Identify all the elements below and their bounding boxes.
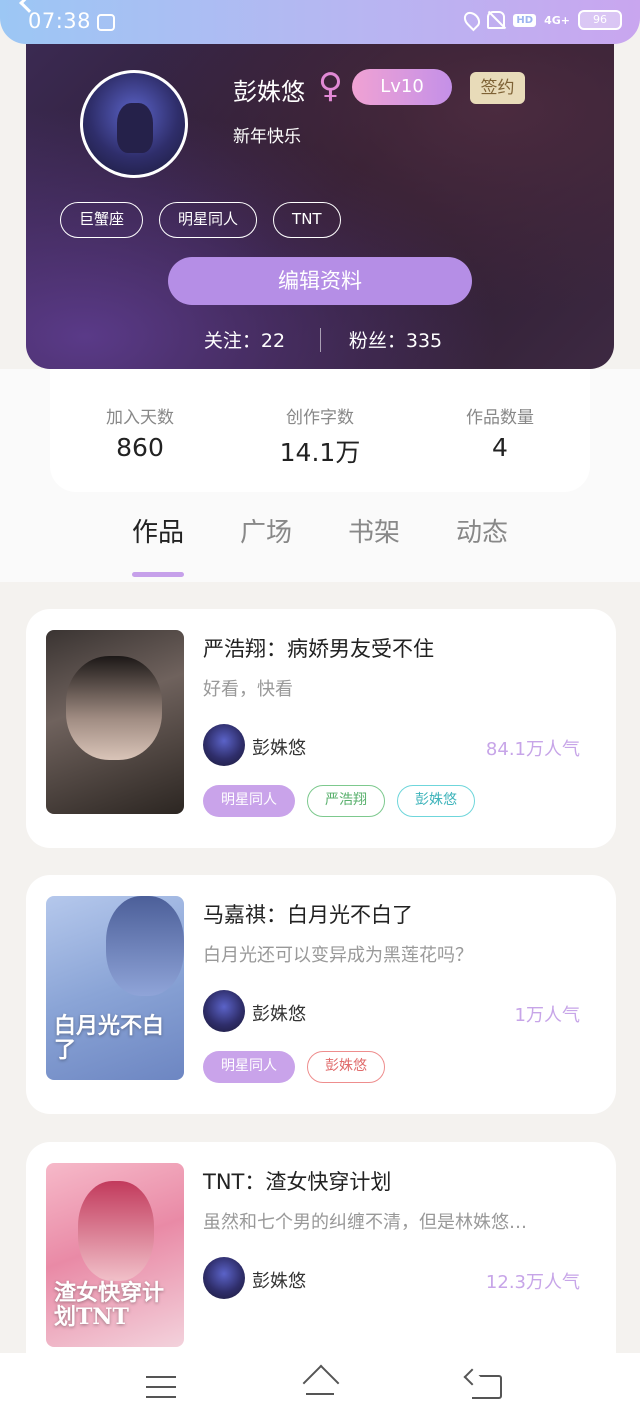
profile-tags: 巨蟹座 明星同人 TNT — [60, 202, 341, 238]
status-bar: 07:38 HD 4G+ 96 — [0, 0, 640, 44]
followers-count[interactable]: 粉丝：335 — [331, 326, 461, 353]
stat-value: 860 — [116, 433, 164, 462]
author-avatar[interactable] — [203, 990, 245, 1032]
tab-bar: 作品 广场 书架 动态 — [0, 369, 640, 582]
work-tags: 明星同人 彭姝悠 — [203, 1051, 385, 1083]
following-count[interactable]: 关注：22 — [180, 326, 310, 353]
work-tag[interactable]: 明星同人 — [203, 785, 295, 817]
stat-value: 4 — [492, 433, 508, 462]
work-title: TNT：渣女快穿计划 — [203, 1170, 392, 1194]
user-name: 彭姝悠 — [233, 78, 305, 106]
profile-card: 彭姝悠 ♀ Lv10 签约 新年快乐 巨蟹座 明星同人 TNT 编辑资料 关注：… — [26, 44, 614, 369]
profile-tag[interactable]: 明星同人 — [159, 202, 258, 238]
tab-bookshelf[interactable]: 书架 — [320, 512, 428, 549]
signal-icon: 4G+ — [544, 13, 570, 27]
system-nav-bar — [0, 1353, 640, 1427]
tab-works[interactable]: 作品 — [104, 512, 212, 577]
stat-label: 作品数量 — [466, 408, 534, 428]
tab-activity[interactable]: 动态 — [428, 512, 536, 549]
level-badge[interactable]: Lv10 — [352, 69, 452, 105]
cover-title-art: 白月光不白了 — [54, 1013, 165, 1063]
status-icons: HD 4G+ 96 — [461, 8, 622, 32]
signed-badge: 签约 — [470, 72, 525, 104]
edit-profile-button[interactable]: 编辑资料 — [168, 257, 472, 305]
work-tag[interactable]: 彭姝悠 — [307, 1051, 385, 1083]
follow-stats: 关注：22 粉丝：335 — [26, 326, 614, 353]
popularity-count: 84.1万人气 — [485, 739, 580, 760]
location-icon — [461, 8, 484, 32]
user-avatar[interactable] — [80, 70, 188, 178]
work-card[interactable]: 白月光不白了 马嘉祺：白月光不白了 白月光还可以变异成为黑莲花吗？ 彭姝悠 1万… — [26, 875, 616, 1114]
menu-icon[interactable] — [146, 1376, 176, 1398]
profile-tag[interactable]: 巨蟹座 — [60, 202, 144, 238]
stats-card: 加入天数 860 创作字数 14.1万 作品数量 4 — [50, 369, 590, 492]
mute-icon — [487, 11, 506, 29]
stat-words: 创作字数 14.1万 — [230, 369, 410, 492]
stat-label: 创作字数 — [286, 408, 354, 428]
popularity-count: 1万人气 — [514, 1005, 580, 1026]
work-card[interactable]: 渣女快穿计划TNT TNT：渣女快穿计划 虽然和七个男的纠缠不清，但是林姝悠… … — [26, 1142, 616, 1381]
status-time: 07:38 — [28, 9, 92, 33]
work-tag[interactable]: 彭姝悠 — [397, 785, 475, 817]
back-icon[interactable] — [472, 1375, 502, 1399]
tab-plaza[interactable]: 广场 — [212, 512, 320, 549]
author-name[interactable]: 彭姝悠 — [252, 734, 306, 760]
stat-label: 加入天数 — [106, 408, 174, 428]
user-motto: 新年快乐 — [233, 127, 301, 147]
work-tags: 明星同人 严浩翔 彭姝悠 — [203, 785, 475, 817]
author-name[interactable]: 彭姝悠 — [252, 1267, 306, 1293]
work-description: 虽然和七个男的纠缠不清，但是林姝悠… — [203, 1212, 527, 1233]
profile-tag[interactable]: TNT — [273, 202, 341, 238]
stat-days: 加入天数 860 — [50, 369, 230, 492]
work-description: 白月光还可以变异成为黑莲花吗？ — [203, 945, 473, 966]
home-icon[interactable] — [300, 1367, 340, 1403]
work-title: 马嘉祺：白月光不白了 — [203, 903, 413, 927]
hd-icon: HD — [513, 13, 537, 27]
stat-works: 作品数量 4 — [410, 369, 590, 492]
author-name[interactable]: 彭姝悠 — [252, 1000, 306, 1026]
stat-value: 14.1万 — [279, 438, 361, 467]
work-description: 好看，快看 — [203, 679, 293, 700]
work-card[interactable]: 严浩翔：病娇男友受不住 好看，快看 彭姝悠 84.1万人气 明星同人 严浩翔 彭… — [26, 609, 616, 848]
female-gender-icon: ♀ — [318, 66, 343, 106]
cover-title-art: 渣女快穿计划TNT — [54, 1280, 165, 1330]
author-avatar[interactable] — [203, 1257, 245, 1299]
popularity-count: 12.3万人气 — [485, 1272, 580, 1293]
app-notification-icon — [97, 14, 115, 31]
work-cover-image[interactable]: 渣女快穿计划TNT — [46, 1163, 184, 1347]
work-tag[interactable]: 严浩翔 — [307, 785, 385, 817]
divider — [319, 327, 321, 352]
author-avatar[interactable] — [203, 724, 245, 766]
battery-icon: 96 — [578, 10, 622, 30]
work-title: 严浩翔：病娇男友受不住 — [203, 637, 434, 661]
work-cover-image[interactable]: 白月光不白了 — [46, 896, 184, 1080]
work-cover-image[interactable] — [46, 630, 184, 814]
work-tag[interactable]: 明星同人 — [203, 1051, 295, 1083]
